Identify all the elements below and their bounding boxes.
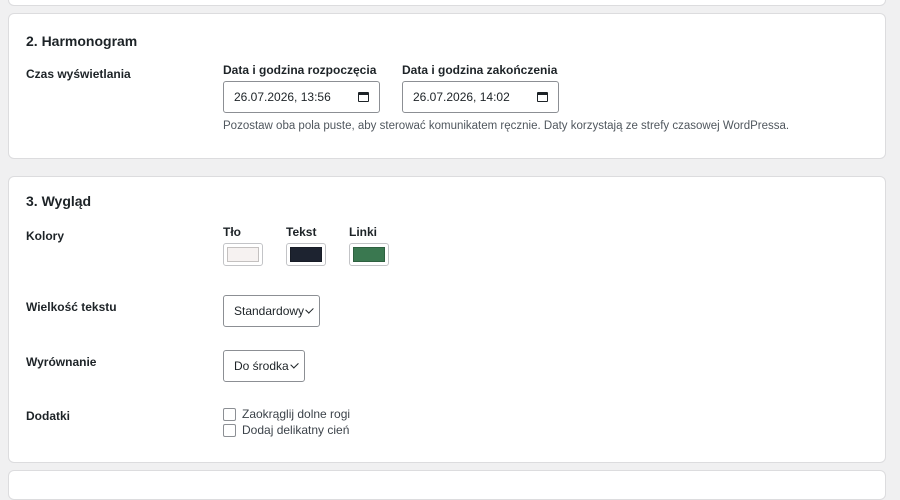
end-datetime-input[interactable]: 26.07.2026, 14:02 — [402, 81, 559, 113]
soft-shadow-checkbox[interactable] — [223, 423, 236, 437]
soft-shadow-option[interactable]: Dodaj delikatny cień — [223, 422, 349, 438]
background-color-fill — [227, 247, 259, 262]
colors-label: Kolory — [26, 229, 65, 243]
background-color-swatch[interactable] — [223, 243, 263, 266]
appearance-title: 3. Wygląd — [26, 193, 92, 209]
end-datetime-label: Data i godzina zakończenia — [402, 63, 558, 77]
rounded-corners-label: Zaokrąglij dolne rogi — [242, 407, 351, 421]
extras-label: Dodatki — [26, 409, 71, 423]
start-datetime-input[interactable]: 26.07.2026, 13:56 — [223, 81, 380, 113]
text-size-value: Standardowy — [234, 304, 305, 318]
previous-section-panel — [8, 0, 886, 6]
text-size-select[interactable]: Standardowy — [223, 295, 320, 327]
schedule-title: 2. Harmonogram — [26, 33, 138, 49]
text-color-label: Tekst — [286, 225, 317, 239]
alignment-value: Do środka — [234, 359, 289, 373]
links-color-fill — [353, 247, 385, 262]
appearance-section: 3. Wygląd Kolory Tło Tekst Linki Wielkoś… — [8, 176, 886, 463]
start-datetime-label: Data i godzina rozpoczęcia — [223, 63, 377, 77]
schedule-help-text: Pozostaw oba pola puste, aby sterować ko… — [223, 120, 790, 132]
schedule-section: 2. Harmonogram Czas wyświetlania Data i … — [8, 13, 886, 159]
display-time-label: Czas wyświetlania — [26, 67, 131, 81]
calendar-icon[interactable] — [358, 92, 369, 102]
links-color-swatch[interactable] — [349, 243, 389, 266]
chevron-down-icon — [290, 359, 299, 369]
rounded-corners-checkbox[interactable] — [223, 407, 236, 421]
links-color-label: Linki — [349, 225, 378, 239]
start-datetime-value: 26.07.2026, 13:56 — [234, 90, 331, 104]
end-datetime-value: 26.07.2026, 14:02 — [413, 90, 510, 104]
soft-shadow-label: Dodaj delikatny cień — [242, 423, 350, 437]
text-color-swatch[interactable] — [286, 243, 326, 266]
rounded-corners-option[interactable]: Zaokrąglij dolne rogi — [223, 406, 350, 422]
next-section-panel — [8, 470, 886, 500]
calendar-icon[interactable] — [537, 92, 548, 102]
background-color-label: Tło — [223, 225, 241, 239]
text-size-label: Wielkość tekstu — [26, 300, 117, 314]
text-color-fill — [290, 247, 322, 262]
alignment-label: Wyrównanie — [26, 355, 97, 369]
chevron-down-icon — [305, 304, 314, 314]
alignment-select[interactable]: Do środka — [223, 350, 305, 382]
